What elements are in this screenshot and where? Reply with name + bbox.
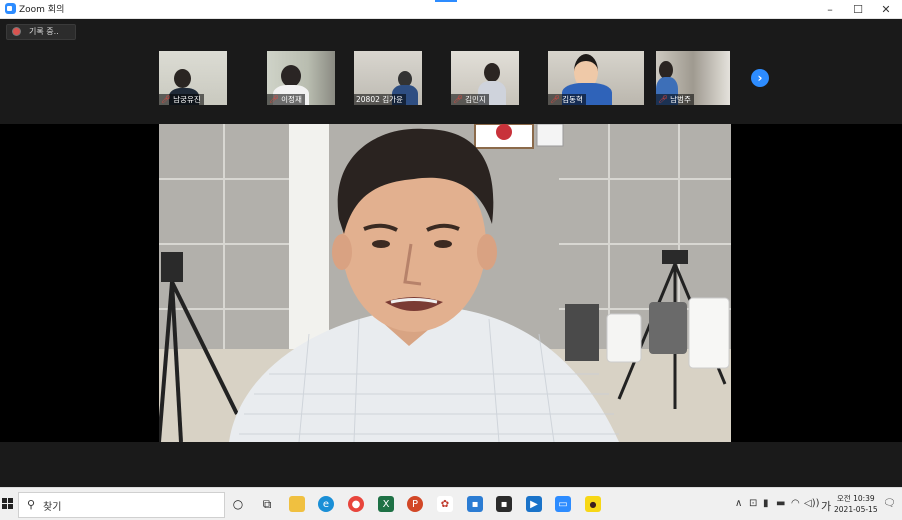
paint-app-icon[interactable]: ✿	[437, 496, 453, 512]
chevron-right-icon: ›	[757, 71, 763, 85]
tray-network-icon[interactable]: ▬	[776, 498, 785, 509]
participant-name: 남궁유진	[173, 95, 201, 104]
close-button[interactable]: ✕	[872, 0, 900, 18]
participant-thumbnail[interactable]: 🎤︎ 김동혁	[548, 51, 644, 105]
maximize-button[interactable]: ☐	[844, 0, 872, 18]
participant-video	[281, 65, 301, 87]
mic-muted-icon: 🎤︎	[453, 95, 464, 104]
meeting-area: 기록 중.. 🎤︎ 남궁유진 🎤︎ 이정재 20802 김가윤 🎤︎ 김민지 🎤︎ 김동…	[0, 19, 902, 487]
participant-name: 남범주	[670, 95, 691, 104]
main-video-area	[0, 124, 902, 442]
participant-name: 김민지	[465, 95, 486, 104]
participant-name-tag: 20802 김가윤	[354, 94, 406, 105]
tray-app-icon[interactable]: ⊡	[749, 498, 757, 509]
cortana-icon[interactable]: ○	[230, 496, 246, 512]
participant-thumbnail[interactable]: 🎤︎ 김민지	[451, 51, 519, 105]
participant-thumbnail[interactable]: 🎤︎ 남궁유진	[159, 51, 227, 105]
participant-name: 김동혁	[562, 95, 583, 104]
windows-start-icon[interactable]	[2, 498, 14, 510]
kakaotalk-icon[interactable]: ●	[585, 496, 601, 512]
mic-muted-icon: 🎤︎	[269, 95, 280, 104]
active-speaker-video	[159, 124, 731, 442]
taskbar-clock[interactable]: 오전 10:39 2021-05-15	[834, 493, 878, 515]
search-icon: ⚲	[27, 498, 36, 511]
participant-name-tag: 🎤︎ 남궁유진	[159, 94, 204, 105]
clock-date: 2021-05-15	[834, 505, 878, 514]
tray-wifi-icon[interactable]: ◠	[791, 498, 800, 509]
record-dot-icon	[13, 28, 20, 35]
tray-usb-icon[interactable]: ▮	[763, 498, 769, 509]
window-title: Zoom 회의	[19, 5, 65, 15]
titlebar-accent	[435, 0, 457, 2]
minimize-button[interactable]: –	[816, 0, 844, 18]
participant-thumbnail[interactable]: 20802 김가윤	[354, 51, 422, 105]
participant-name-tag: 🎤︎ 김동혁	[548, 94, 586, 105]
speaker-video-frame	[159, 124, 731, 442]
next-participants-button[interactable]: ›	[751, 69, 769, 87]
search-placeholder: 찾기	[43, 502, 62, 513]
participant-thumbnail[interactable]: 🎤︎ 이정재	[267, 51, 335, 105]
ime-indicator[interactable]: 가	[821, 498, 831, 514]
zoom-app-icon	[5, 3, 16, 14]
meeting-controls-bar	[0, 442, 902, 487]
tray-chevron-up-icon[interactable]: ∧	[735, 498, 742, 509]
tray-volume-icon[interactable]: ◁))	[804, 498, 820, 509]
media-app-icon[interactable]: ▶	[526, 496, 542, 512]
window-titlebar: Zoom 회의 – ☐ ✕	[0, 0, 902, 19]
edge-browser-icon[interactable]: e	[318, 496, 334, 512]
mic-muted-icon: 🎤︎	[161, 95, 172, 104]
recording-label: 기록 중..	[29, 27, 59, 36]
excel-icon[interactable]: X	[378, 496, 394, 512]
clock-time: 오전 10:39	[836, 494, 875, 503]
sticky-app-icon[interactable]: ▪	[496, 496, 512, 512]
zoom-taskbar-icon[interactable]: ▭	[555, 496, 571, 512]
participant-thumbnail[interactable]: 🎤︎ 남범주	[656, 51, 730, 105]
chrome-browser-icon[interactable]: ●	[348, 496, 364, 512]
participant-name-tag: 🎤︎ 이정재	[267, 94, 305, 105]
recording-indicator[interactable]: 기록 중..	[6, 24, 76, 40]
participant-name-tag: 🎤︎ 김민지	[451, 94, 489, 105]
participant-name-tag: 🎤︎ 남범주	[656, 94, 694, 105]
mic-muted-icon: 🎤︎	[658, 95, 669, 104]
mic-muted-icon: 🎤︎	[550, 95, 561, 104]
participant-video	[174, 69, 191, 88]
task-view-icon[interactable]: ⧉	[259, 496, 275, 512]
file-explorer-icon[interactable]	[289, 496, 305, 512]
participant-name: 이정재	[281, 95, 302, 104]
participant-name: 20802 김가윤	[356, 95, 403, 104]
powerpoint-icon[interactable]: P	[407, 496, 423, 512]
blue-app-icon[interactable]: ▪	[467, 496, 483, 512]
participant-video	[484, 63, 500, 82]
taskbar-search-box[interactable]: ⚲ 찾기	[18, 492, 225, 518]
windows-taskbar: ⚲ 찾기 ○ ⧉ e ● X P ✿ ▪ ▪ ▶ ▭ ● ∧ ⊡ ▮ ▬ ◠ ◁…	[0, 487, 902, 520]
notification-center-icon[interactable]: 🗨︎	[883, 498, 896, 509]
